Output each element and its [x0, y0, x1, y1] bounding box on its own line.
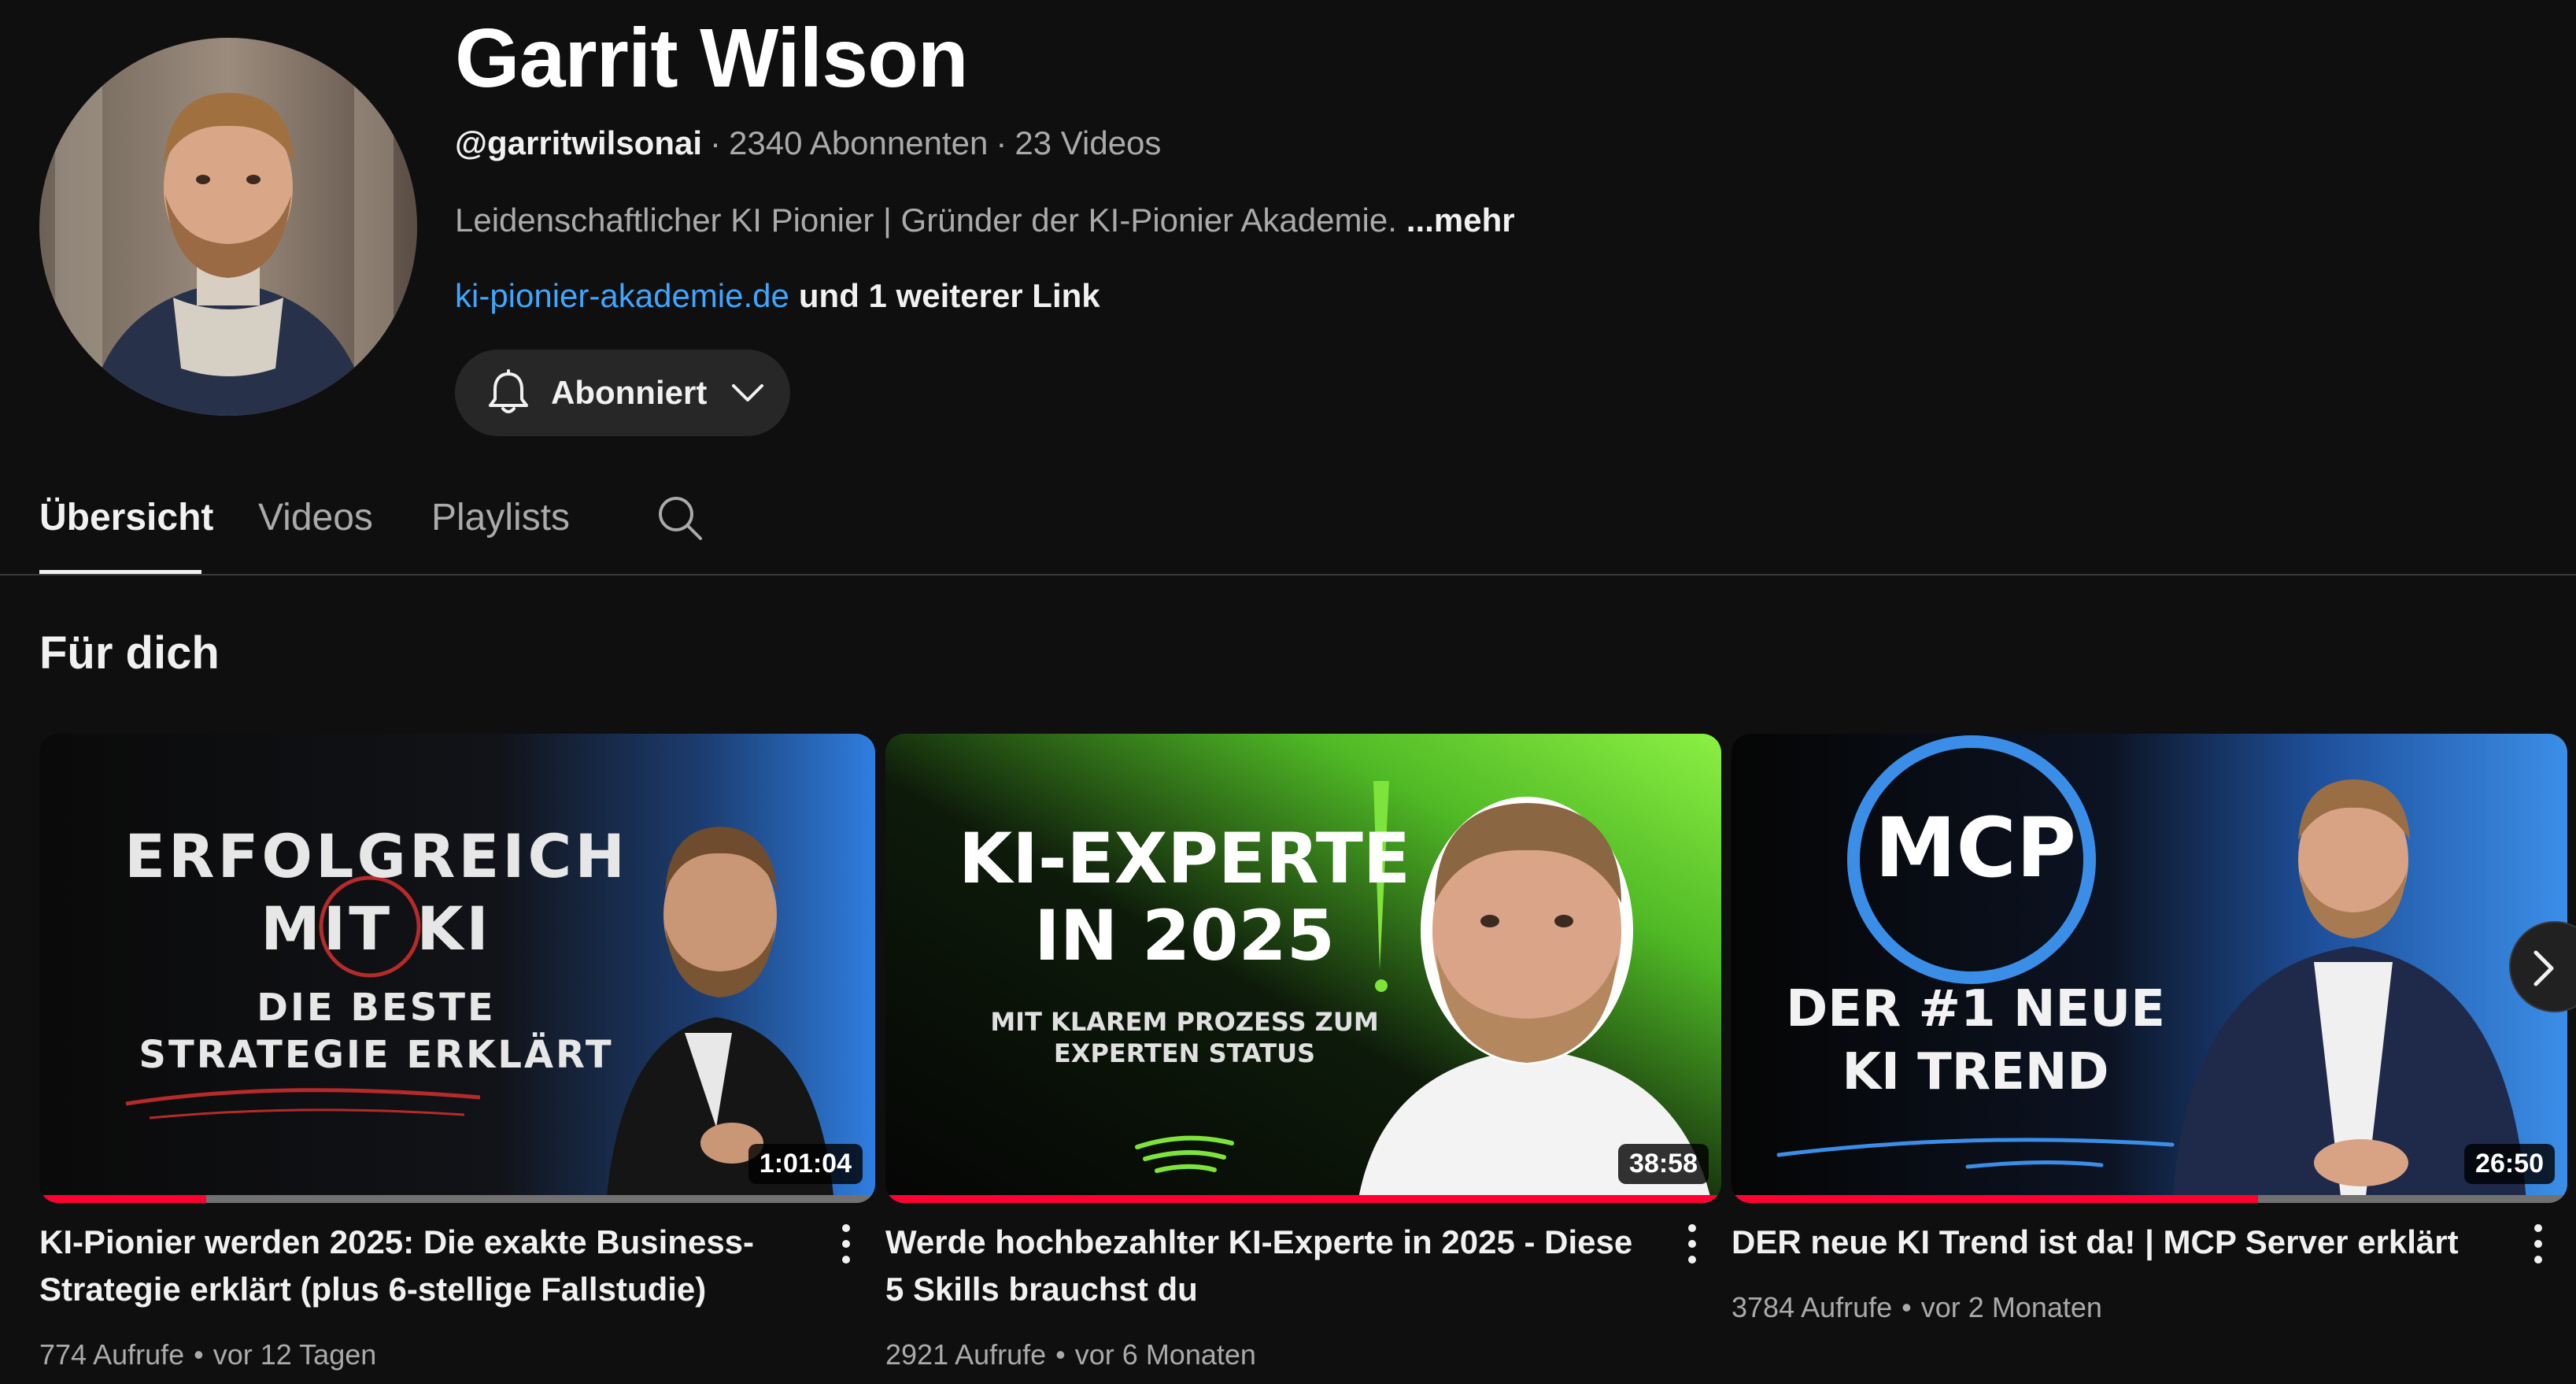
tab-overview[interactable]: Übersicht: [39, 496, 213, 539]
video-card: KI-EXPERTE IN 2025 MIT KLAREM PROZESS ZU…: [885, 734, 1721, 1371]
thumbnail-line: DIE BESTE: [257, 986, 496, 1030]
channel-website-link[interactable]: ki-pionier-akademie.de: [455, 277, 789, 314]
channel-tabs: Übersicht Videos Playlists: [0, 472, 2576, 575]
meta-dot: •: [1055, 1338, 1066, 1371]
upload-age: vor 12 Tagen: [213, 1338, 377, 1371]
more-links-button[interactable]: und 1 weiterer Link: [799, 277, 1100, 314]
thumbnail-line: EXPERTEN STATUS: [1053, 1038, 1316, 1068]
video-count: 23 Videos: [1015, 124, 1162, 161]
more-options-icon[interactable]: [1680, 1220, 1704, 1267]
thumbnail-line: DER #1 NEUE: [1786, 980, 2165, 1038]
more-options-icon[interactable]: [834, 1220, 858, 1267]
thumbnail-text: ERFOLGREICH MIT KI DIE BESTE STRATEGIE E…: [101, 820, 652, 1079]
channel-header: Garrit Wilson @garritwilsonai · 2340 Abonn…: [0, 0, 2576, 457]
video-duration: 26:50: [2464, 1144, 2555, 1184]
channel-links: ki-pionier-akademie.de und 1 weiterer Lin…: [455, 277, 1100, 315]
chevron-down-icon: [732, 384, 764, 402]
watch-progress-track: [1732, 1195, 2567, 1203]
channel-avatar[interactable]: [39, 38, 417, 416]
video-duration: 1:01:04: [748, 1144, 863, 1184]
watch-progress-fill: [39, 1195, 207, 1203]
subscribed-label: Abonniert: [551, 374, 708, 411]
tabs-divider: [0, 574, 2576, 575]
video-title[interactable]: DER neue KI Trend ist da! | MCP Server e…: [1732, 1219, 2503, 1266]
chevron-right-icon: [2533, 950, 2554, 986]
tab-playlists[interactable]: Playlists: [431, 496, 570, 539]
thumbnail-line: KI TREND: [1842, 1043, 2109, 1101]
bell-icon: [489, 369, 528, 413]
video-meta: 3784 Aufrufe • vor 2 Monaten: [1732, 1291, 2102, 1324]
watch-progress-track: [885, 1195, 1721, 1203]
subscribed-button[interactable]: Abonniert: [455, 350, 790, 436]
tab-videos[interactable]: Videos: [258, 496, 373, 539]
watch-progress-fill: [1732, 1195, 2259, 1203]
thumbnail-line: MIT KLAREM PROZESS ZUM: [990, 1007, 1379, 1037]
channel-meta: @garritwilsonai · 2340 Abonnenten · 23 Video…: [455, 124, 1161, 162]
video-thumbnail[interactable]: MCP DER #1 NEUE KI TREND 26:50: [1732, 734, 2567, 1203]
upload-age: vor 2 Monaten: [1920, 1291, 2102, 1323]
channel-name: Garrit Wilson: [455, 12, 969, 105]
video-title[interactable]: KI-Pionier werden 2025: Die exakte Busin…: [39, 1219, 811, 1313]
channel-description: Leidenschaftlicher KI Pionier | Gründer …: [455, 202, 1515, 239]
thumbnail-line: ERFOLGREICH: [124, 821, 628, 891]
meta-separator: ·: [996, 124, 1007, 161]
meta-dot: •: [194, 1338, 204, 1371]
thumbnail-line: MIT KI: [261, 894, 492, 964]
video-card: ERFOLGREICH MIT KI DIE BESTE STRATEGIE E…: [39, 734, 875, 1371]
video-meta: 2921 Aufrufe • vor 6 Monaten: [885, 1338, 1256, 1371]
thumbnail-text: MCP DER #1 NEUE KI TREND: [1779, 805, 2172, 1104]
description-text: Leidenschaftlicher KI Pionier | Gründer …: [455, 202, 1397, 239]
more-options-icon[interactable]: [2526, 1220, 2550, 1267]
upload-age: vor 6 Monaten: [1074, 1338, 1256, 1371]
avatar-portrait-icon: [39, 38, 417, 416]
thumbnail-line: KI-EXPERTE: [959, 818, 1410, 899]
thumbnail-line: STRATEGIE ERKLÄRT: [139, 1033, 614, 1077]
description-more-link[interactable]: ...mehr: [1406, 202, 1515, 239]
thumbnail-line: MCP: [1874, 800, 2077, 896]
watch-progress-fill: [885, 1195, 1721, 1203]
video-thumbnail[interactable]: ERFOLGREICH MIT KI DIE BESTE STRATEGIE E…: [39, 734, 875, 1203]
video-duration: 38:58: [1618, 1144, 1709, 1184]
video-thumbnail[interactable]: KI-EXPERTE IN 2025 MIT KLAREM PROZESS ZU…: [885, 734, 1721, 1203]
thumbnail-line: IN 2025: [1034, 895, 1335, 976]
search-icon[interactable]: [655, 493, 704, 542]
meta-separator: ·: [710, 124, 722, 161]
view-count: 2921 Aufrufe: [885, 1338, 1047, 1371]
subscriber-count: 2340 Abonnenten: [729, 124, 989, 161]
watch-progress-track: [39, 1195, 875, 1203]
channel-handle: @garritwilsonai: [455, 124, 703, 161]
meta-dot: •: [1902, 1291, 1912, 1323]
view-count: 3784 Aufrufe: [1732, 1291, 1893, 1323]
view-count: 774 Aufrufe: [39, 1338, 185, 1371]
video-card: MCP DER #1 NEUE KI TREND 26:50 DER neue …: [1732, 734, 2567, 1323]
video-meta: 774 Aufrufe • vor 12 Tagen: [39, 1338, 376, 1371]
section-title: Für dich: [39, 627, 220, 679]
video-title[interactable]: Werde hochbezahlter KI-Experte in 2025 -…: [885, 1219, 1657, 1313]
thumbnail-text: KI-EXPERTE IN 2025 MIT KLAREM PROZESS ZU…: [933, 820, 1436, 1069]
